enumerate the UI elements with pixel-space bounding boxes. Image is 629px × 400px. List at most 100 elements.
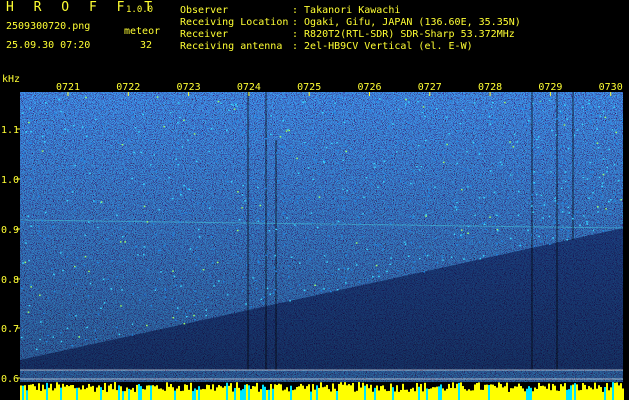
level-bar-segment xyxy=(594,382,596,400)
level-bar-segment xyxy=(470,390,472,400)
level-bar-segment xyxy=(240,390,242,400)
level-bar-segment xyxy=(494,386,496,400)
level-bar-segment xyxy=(410,388,412,400)
level-bar-segment xyxy=(394,391,396,400)
level-bar-segment xyxy=(102,389,104,400)
level-bar-segment xyxy=(458,382,460,400)
level-bar-segment xyxy=(292,390,294,400)
y-tick-label: 0.8 xyxy=(1,275,19,286)
level-bar-segment xyxy=(562,386,564,400)
level-bar-segment xyxy=(44,389,46,400)
level-bar-segment xyxy=(144,389,146,400)
level-bar-segment xyxy=(202,388,204,400)
level-bar-segment xyxy=(620,383,622,400)
level-bar-segment xyxy=(558,390,560,400)
level-bar-segment xyxy=(530,387,532,400)
level-bar-segment xyxy=(610,387,612,400)
level-bar-segment xyxy=(448,383,450,400)
level-bar-segment xyxy=(440,384,442,400)
level-bar-segment xyxy=(348,384,350,400)
level-bar-segment xyxy=(180,391,182,400)
level-bar-segment xyxy=(388,390,390,400)
level-bar-segment xyxy=(244,384,246,400)
level-bar-segment xyxy=(522,388,524,400)
level-bar-segment xyxy=(78,387,80,400)
level-bar-segment xyxy=(128,388,130,400)
level-bar-segment xyxy=(582,383,584,400)
level-bar-segment xyxy=(126,387,128,400)
level-bar-segment xyxy=(498,382,500,400)
level-bar-segment xyxy=(52,390,54,400)
x-tick-label: 0725 xyxy=(297,82,321,93)
level-bar-segment xyxy=(596,388,598,400)
level-bar-segment xyxy=(374,387,376,400)
level-bar-segment xyxy=(576,384,578,400)
level-bar-segment xyxy=(350,385,352,400)
level-bar-segment xyxy=(266,389,268,400)
level-bar-segment xyxy=(542,385,544,400)
level-bar-segment xyxy=(478,382,480,400)
level-bar-segment xyxy=(100,387,102,400)
level-bar-segment xyxy=(140,386,142,400)
level-bar-segment xyxy=(358,382,360,400)
level-bar-segment xyxy=(282,390,284,400)
level-bar-segment xyxy=(586,389,588,400)
level-bar-segment xyxy=(310,391,312,400)
level-bar-segment xyxy=(22,385,24,400)
level-bar-segment xyxy=(552,383,554,400)
level-bar-segment xyxy=(432,387,434,400)
level-bar-segment xyxy=(164,390,166,400)
level-bar-segment xyxy=(166,382,168,400)
level-bar-segment xyxy=(162,389,164,400)
level-bar-segment xyxy=(70,385,72,400)
level-bar-segment xyxy=(352,382,354,400)
level-bar-segment xyxy=(94,391,96,400)
level-bar-segment xyxy=(564,383,566,400)
level-bar-segment xyxy=(298,386,300,400)
level-bar-segment xyxy=(574,383,576,400)
level-bar-segment xyxy=(32,384,34,400)
level-bar-segment xyxy=(50,383,52,400)
level-bar-segment xyxy=(518,383,520,400)
level-bar-segment xyxy=(152,385,154,400)
level-bar-segment xyxy=(330,391,332,400)
y-tick-label: 0.9 xyxy=(1,225,19,236)
level-bar-segment xyxy=(430,388,432,400)
level-bar-segment xyxy=(278,383,280,400)
level-bar-segment xyxy=(322,387,324,400)
level-bar-segment xyxy=(612,382,614,400)
level-bar-segment xyxy=(178,385,180,400)
level-bar-segment xyxy=(248,385,250,400)
level-bar-segment xyxy=(72,385,74,400)
level-bar-segment xyxy=(174,390,176,400)
level-bar-segment xyxy=(490,384,492,400)
level-bar-segment xyxy=(176,388,178,400)
level-bar-segment xyxy=(570,385,572,400)
level-bar-segment xyxy=(324,386,326,400)
level-bar-segment xyxy=(468,389,470,400)
level-bar-segment xyxy=(396,385,398,400)
level-bar-segment xyxy=(614,382,616,400)
level-bar-segment xyxy=(572,384,574,400)
level-bar-segment xyxy=(472,390,474,400)
level-bar-segment xyxy=(510,388,512,400)
level-bar-segment xyxy=(280,384,282,400)
y-tick-label: 0.7 xyxy=(1,324,19,335)
level-bar-segment xyxy=(400,390,402,400)
level-bar-segment xyxy=(138,384,140,400)
level-bar-segment xyxy=(566,389,568,400)
level-bar-segment xyxy=(192,391,194,400)
level-bar-segment xyxy=(160,388,162,400)
level-bar-segment xyxy=(218,385,220,400)
level-bar-segment xyxy=(254,386,256,400)
level-bar-segment xyxy=(206,384,208,400)
level-bar-segment xyxy=(368,388,370,400)
level-bar-segment xyxy=(390,383,392,400)
level-bar-segment xyxy=(294,389,296,400)
level-bar-segment xyxy=(320,382,322,400)
level-bar-segment xyxy=(36,389,38,400)
level-bar-segment xyxy=(130,389,132,400)
level-bar-segment xyxy=(460,382,462,400)
level-bar-segment xyxy=(188,389,190,400)
level-bar-segment xyxy=(414,391,416,400)
